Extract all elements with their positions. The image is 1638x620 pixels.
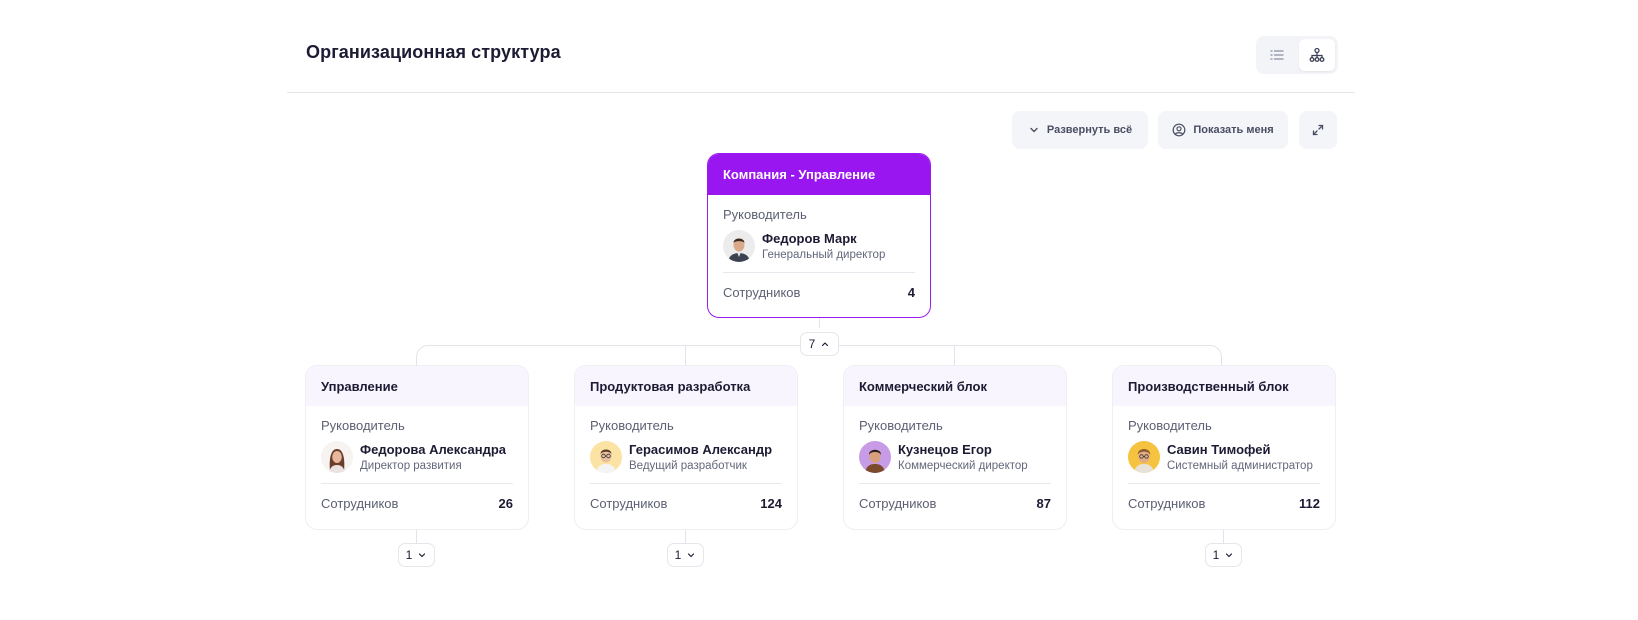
expand-icon: [1312, 124, 1324, 136]
connector: [416, 530, 417, 543]
org-card-department[interactable]: Продуктовая разработка Руководитель Гера…: [574, 365, 798, 530]
chevron-down-icon: [1030, 127, 1038, 133]
connector: [685, 530, 686, 543]
connector: [1208, 345, 1222, 365]
tree-view-button[interactable]: [1299, 39, 1335, 71]
manager-position: Директор развития: [360, 460, 462, 472]
children-count: 7: [808, 337, 816, 351]
children-count: 1: [405, 548, 413, 562]
org-card-department[interactable]: Управление Руководитель Федорова Алексан…: [305, 365, 529, 530]
connector: [416, 345, 430, 365]
manager-name: Савин Тимофей: [1167, 442, 1271, 457]
header-divider: [287, 92, 1355, 93]
org-tree-icon: [1309, 47, 1325, 62]
chevron-down-icon: [1226, 553, 1233, 558]
employees-label: Сотрудников: [321, 495, 399, 511]
org-card-department[interactable]: Коммерческий блок Руководитель Кузнецов …: [843, 365, 1067, 530]
employees-count: 4: [907, 284, 915, 300]
avatar: [723, 230, 755, 262]
connector: [954, 345, 955, 365]
manager-label: Руководитель: [321, 418, 405, 433]
card-title: Производственный блок: [1113, 366, 1335, 406]
employees-label: Сотрудников: [859, 495, 937, 511]
expand-all-button[interactable]: Развернуть всё: [1012, 111, 1148, 149]
org-card-department[interactable]: Производственный блок Руководитель Савин…: [1112, 365, 1336, 530]
children-count: 1: [674, 548, 682, 562]
manager-label: Руководитель: [723, 207, 807, 222]
employees-label: Сотрудников: [723, 284, 801, 300]
employees-label: Сотрудников: [590, 495, 668, 511]
show-me-label: Показать меня: [1193, 124, 1274, 136]
manager-label: Руководитель: [859, 418, 943, 433]
manager-name: Герасимов Александр: [629, 442, 773, 457]
collapse-children-toggle[interactable]: 7: [800, 332, 839, 356]
children-count: 1: [1212, 548, 1220, 562]
card-title: Компания - Управление: [708, 154, 930, 195]
employees-count: 112: [1299, 495, 1320, 511]
chevron-up-icon: [822, 342, 829, 347]
chevron-down-icon: [688, 553, 695, 558]
avatar: [321, 441, 353, 473]
manager-position: Системный администратор: [1167, 460, 1313, 472]
expand-children-toggle[interactable]: 1: [1205, 543, 1242, 567]
manager-label: Руководитель: [590, 418, 674, 433]
expand-all-label: Развернуть всё: [1046, 124, 1133, 136]
org-card-root[interactable]: Компания - Управление Руководитель Федор…: [707, 153, 931, 318]
list-icon: [1270, 50, 1284, 60]
manager-position: Коммерческий директор: [898, 460, 1028, 472]
card-title: Продуктовая разработка: [575, 366, 797, 406]
manager-name: Федоров Марк: [762, 231, 857, 246]
employees-count: 87: [1036, 495, 1051, 511]
employees-label: Сотрудников: [1128, 495, 1206, 511]
avatar: [1128, 441, 1160, 473]
show-me-button[interactable]: Показать меня: [1158, 111, 1288, 149]
connector: [819, 318, 820, 328]
connector: [838, 345, 1208, 346]
page-title: Организационная структура: [306, 42, 561, 62]
employees-count: 124: [760, 495, 782, 511]
connector: [685, 345, 686, 365]
expand-children-toggle[interactable]: 1: [398, 543, 435, 567]
manager-position: Генеральный директор: [762, 249, 886, 261]
manager-name: Федорова Александра: [360, 442, 506, 457]
connector: [1223, 530, 1224, 543]
avatar: [590, 441, 622, 473]
manager-label: Руководитель: [1128, 418, 1212, 433]
view-switcher: [1256, 36, 1338, 74]
card-title: Коммерческий блок: [844, 366, 1066, 406]
fullscreen-button[interactable]: [1299, 111, 1337, 149]
expand-children-toggle[interactable]: 1: [667, 543, 704, 567]
list-view-button[interactable]: [1259, 39, 1295, 71]
user-circle-icon: [1172, 123, 1186, 137]
card-title: Управление: [306, 366, 528, 406]
employees-count: 26: [498, 495, 513, 511]
connector: [430, 345, 802, 346]
avatar: [859, 441, 891, 473]
manager-name: Кузнецов Егор: [898, 442, 992, 457]
chevron-down-icon: [419, 553, 426, 558]
manager-position: Ведущий разработчик: [629, 460, 747, 472]
